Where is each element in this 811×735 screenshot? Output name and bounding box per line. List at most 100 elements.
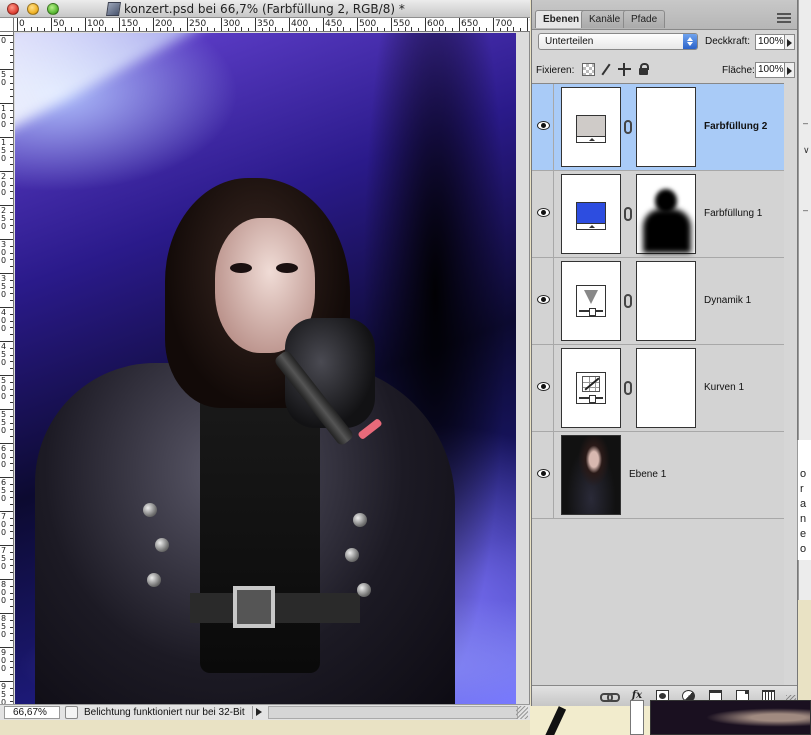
ruler-minor-tick: [10, 347, 13, 349]
fill-input[interactable]: 100%: [755, 62, 785, 78]
ruler-label: 400: [291, 19, 309, 29]
eye-icon[interactable]: [537, 295, 550, 304]
ruler-minor-tick: [10, 606, 13, 608]
background-text-window: o r a n e o: [797, 440, 811, 560]
mask-link-chain-icon[interactable]: [624, 294, 632, 308]
eye-icon[interactable]: [537, 469, 550, 478]
blend-mode-select[interactable]: Unterteilen: [538, 33, 698, 50]
document-proxy-icon[interactable]: [106, 2, 121, 16]
mask-link-chain-icon[interactable]: [624, 381, 632, 395]
ruler-major-tick: [221, 18, 222, 31]
ruler-minor-tick: [10, 279, 13, 281]
lock-all-padlock-icon[interactable]: [637, 63, 650, 76]
layer-thumbnail[interactable]: [561, 261, 621, 341]
ruler-minor-tick: [418, 28, 420, 31]
ruler-minor-tick: [10, 55, 13, 57]
link-icon[interactable]: [600, 690, 620, 702]
layer-row[interactable]: Dynamik 1: [532, 258, 784, 345]
eye-icon[interactable]: [537, 208, 550, 217]
layers-panel: Ebenen Kanäle Pfade Unterteilen Deckkraf…: [531, 0, 798, 706]
jacket-stud: [143, 503, 157, 517]
ruler-label: 0: [19, 19, 25, 29]
close-window-button[interactable]: [7, 3, 19, 15]
status-menu-arrow-icon[interactable]: [252, 706, 264, 719]
ruler-label: 200: [1, 172, 7, 197]
layer-row[interactable]: Ebene 1: [532, 432, 784, 519]
layer-name[interactable]: Dynamik 1: [704, 295, 751, 306]
layer-name[interactable]: Ebene 1: [629, 469, 666, 480]
ruler-minor-tick: [241, 27, 243, 31]
visibility-toggle[interactable]: [532, 84, 554, 170]
ruler-minor-tick: [10, 694, 13, 696]
lock-pixels-brush-icon[interactable]: [600, 63, 613, 76]
eye-icon[interactable]: [537, 121, 550, 130]
fill-color-swatch: [576, 202, 606, 224]
mask-link-chain-icon[interactable]: [624, 120, 632, 134]
zoom-window-button[interactable]: [47, 3, 59, 15]
ruler-minor-tick: [10, 504, 13, 506]
ruler-minor-tick: [377, 27, 379, 31]
ruler-major-tick: [255, 18, 256, 31]
layer-name[interactable]: Kurven 1: [704, 382, 744, 393]
lock-position-move-icon[interactable]: [618, 63, 631, 76]
opacity-input[interactable]: 100%: [755, 34, 785, 50]
panel-menu-icon[interactable]: [777, 13, 791, 23]
vertical-ruler[interactable]: 0 50 100 150 200 250 300 350 400 450 500 550 600 650 7…: [0, 32, 14, 704]
mask-link-chain-icon[interactable]: [624, 207, 632, 221]
tab-layers[interactable]: Ebenen: [535, 10, 588, 28]
tab-paths[interactable]: Pfade: [623, 10, 666, 28]
ruler-minor-tick: [10, 82, 13, 84]
ruler-minor-tick: [10, 497, 13, 499]
solid-fill-icon: [576, 198, 606, 230]
window-resize-handle[interactable]: [516, 706, 528, 719]
ruler-label: 700: [495, 19, 513, 29]
visibility-toggle[interactable]: [532, 171, 554, 257]
ruler-minor-tick: [207, 27, 209, 31]
visibility-toggle[interactable]: [532, 432, 554, 518]
layer-name[interactable]: Farbfüllung 2: [704, 121, 767, 132]
horizontal-scrollbar[interactable]: [268, 706, 518, 719]
visibility-toggle[interactable]: [532, 345, 554, 431]
horizontal-ruler[interactable]: 0 50 100 150 200 250 300 350 400 450 500 550 600 650 7…: [14, 18, 530, 32]
ruler-label: 400: [1, 308, 7, 333]
layer-mask-thumbnail[interactable]: [636, 261, 696, 341]
layer-row[interactable]: Farbfüllung 1: [532, 171, 784, 258]
adjustment-slider-icon: [579, 308, 603, 316]
ruler-minor-tick: [10, 293, 13, 295]
ruler-label: 900: [1, 648, 7, 673]
status-bar: 66,67% Belichtung funktioniert nur bei 3…: [0, 704, 530, 720]
layer-thumbnail[interactable]: [561, 435, 621, 515]
layer-row[interactable]: Kurven 1: [532, 345, 784, 432]
eye-icon[interactable]: [537, 382, 550, 391]
layer-name[interactable]: Farbfüllung 1: [704, 208, 762, 219]
vibrance-box: [576, 285, 606, 317]
tab-channels[interactable]: Kanäle: [581, 10, 629, 28]
desktop-guide-line: [541, 706, 567, 735]
layer-thumbnail[interactable]: [561, 348, 621, 428]
layer-mask-thumbnail[interactable]: [636, 174, 696, 254]
layer-mask-thumbnail[interactable]: [636, 348, 696, 428]
layer-mask-thumbnail[interactable]: [636, 87, 696, 167]
layer-thumbnail[interactable]: [561, 174, 621, 254]
ruler-minor-tick: [44, 28, 46, 31]
ruler-label: 550: [1, 410, 7, 435]
status-info-icon[interactable]: [65, 706, 78, 719]
image-canvas[interactable]: [15, 33, 516, 704]
ruler-label: 750: [529, 19, 530, 29]
opacity-slider-arrow-icon[interactable]: [785, 34, 795, 50]
lock-transparency-icon[interactable]: [582, 63, 595, 76]
ruler-minor-tick: [78, 28, 80, 31]
layer-row[interactable]: Farbfüllung 2: [532, 84, 784, 171]
strip-chevron-icon[interactable]: ∨: [803, 145, 810, 156]
minimize-window-button[interactable]: [27, 3, 39, 15]
ruler-minor-tick: [10, 368, 13, 370]
ruler-label: 600: [1, 444, 7, 469]
fill-slider-arrow-icon[interactable]: [785, 62, 795, 78]
document-titlebar[interactable]: konzert.psd bei 66,7% (Farbfüllung 2, RG…: [0, 0, 530, 18]
visibility-toggle[interactable]: [532, 258, 554, 344]
layer-thumbnail[interactable]: [561, 87, 621, 167]
ruler-minor-tick: [10, 41, 13, 43]
ruler-origin[interactable]: [0, 18, 14, 32]
zoom-field[interactable]: 66,67%: [4, 706, 60, 719]
ruler-minor-tick: [10, 361, 13, 363]
